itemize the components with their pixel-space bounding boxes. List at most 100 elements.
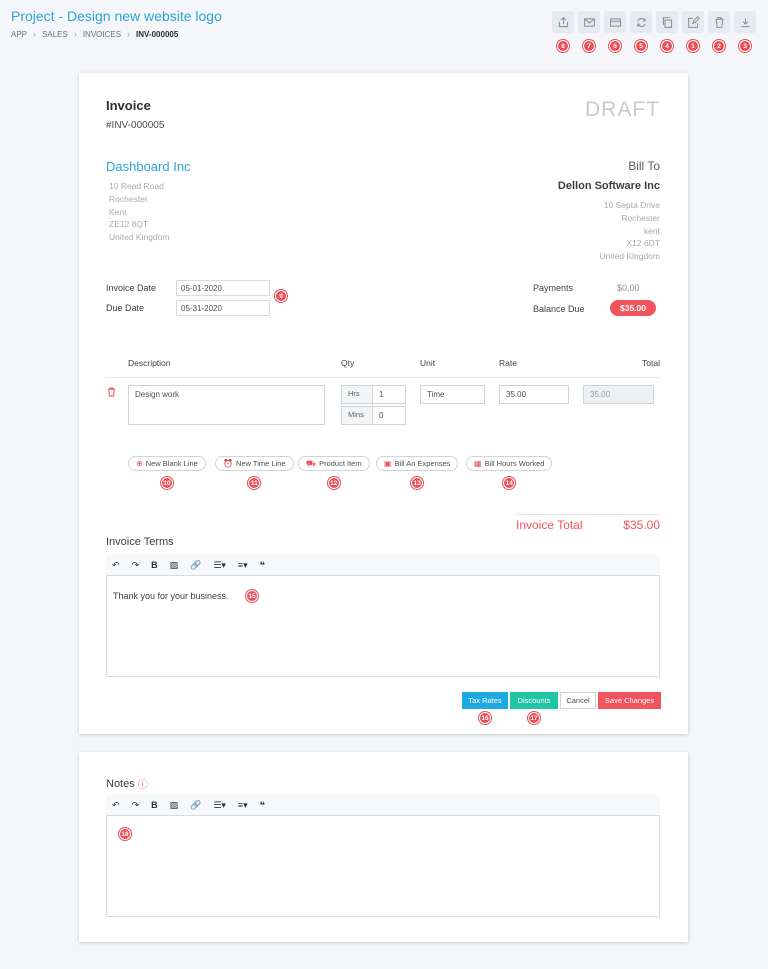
- quote-icon[interactable]: ❝: [260, 560, 265, 571]
- discounts-button[interactable]: Discounts 17: [510, 692, 558, 724]
- bullet-list-icon[interactable]: ☰▾: [213, 800, 226, 811]
- invoice-card: Invoice #INV-000005 DRAFT Dashboard Inc …: [79, 73, 688, 734]
- breadcrumb-current: INV-000005: [136, 29, 179, 39]
- new-time-line-button[interactable]: ⏰ New Time Line 11: [215, 456, 294, 489]
- download-icon: [740, 17, 750, 27]
- payment-button[interactable]: 6: [604, 11, 626, 52]
- address-line: 10 Read Road: [109, 181, 164, 191]
- download-button[interactable]: 3: [734, 11, 756, 52]
- button-label: Product Item: [319, 459, 362, 468]
- copy-button[interactable]: 4: [656, 11, 678, 52]
- link-icon[interactable]: 🔗: [190, 800, 201, 811]
- clock-icon: ⏰: [223, 459, 233, 468]
- image-icon[interactable]: ▨: [170, 560, 179, 571]
- callout-badge: 17: [528, 712, 540, 724]
- notes-card: Notes ⓘ ↶ ↷ B ▨ 🔗 ☰▾ ≡▾ ❝ 18: [79, 752, 688, 942]
- divider: [516, 514, 660, 515]
- address-line: kent: [643, 225, 660, 236]
- info-icon[interactable]: ⓘ: [138, 776, 148, 791]
- callout-badge: 3: [739, 40, 751, 52]
- callout-badge: 9: [275, 290, 287, 302]
- address-line: 10 Septa Drive: [603, 200, 660, 210]
- total-field: 35.00: [583, 385, 654, 404]
- page-title: Project - Design new website logo: [11, 8, 222, 24]
- chevron-right-icon: ›: [73, 29, 77, 39]
- button-label: New Time Line: [235, 459, 286, 468]
- invoice-date-label: Invoice Date: [106, 283, 157, 293]
- edit-button[interactable]: 1: [682, 11, 704, 52]
- email-button[interactable]: 7: [578, 11, 600, 52]
- action-toolbar: 8 7 6 5 4 1 2 3: [552, 11, 756, 52]
- chevron-right-icon: ›: [33, 29, 37, 39]
- link-icon[interactable]: 🔗: [190, 560, 201, 571]
- undo-icon[interactable]: ↶: [112, 800, 120, 811]
- invoice-total-label: Invoice Total: [516, 518, 583, 532]
- bold-icon[interactable]: B: [151, 800, 158, 810]
- trash-icon: [714, 16, 724, 28]
- bill-hours-button[interactable]: ▦ Bill Hours Worked 14: [466, 456, 553, 489]
- cancel-button[interactable]: Cancel: [560, 692, 596, 709]
- top-bar: Project - Design new website logo APP › …: [0, 0, 768, 60]
- invoice-terms-title: Invoice Terms: [106, 536, 174, 548]
- hrs-label: Hrs: [341, 385, 373, 404]
- column-rate: Rate: [499, 358, 517, 368]
- new-blank-line-button[interactable]: ⊕ New Blank Line 10: [128, 456, 206, 489]
- delete-line-button[interactable]: [106, 385, 117, 403]
- payments-value: $0.00: [617, 283, 640, 293]
- bullet-list-icon[interactable]: ☰▾: [213, 560, 226, 571]
- invoice-number: #INV-000005: [106, 120, 165, 131]
- callout-badge: 4: [661, 40, 673, 52]
- callout-badge: 1: [687, 40, 699, 52]
- plus-circle-icon: ⊕: [136, 459, 143, 468]
- terms-editor[interactable]: Thank you for your business. 15: [106, 575, 660, 677]
- redo-icon[interactable]: ↷: [132, 560, 140, 571]
- image-icon[interactable]: ▨: [170, 800, 179, 811]
- notes-editor[interactable]: 18: [106, 815, 660, 917]
- invoice-date-input[interactable]: 05-01-2020: [176, 280, 270, 296]
- bill-to-label: Bill To: [628, 159, 660, 173]
- due-date-label: Due Date: [106, 303, 145, 313]
- bold-icon[interactable]: B: [151, 560, 158, 570]
- client-address: 10 Septa Drive Rochester kent X12 6DT Un…: [600, 199, 660, 263]
- tax-rates-button[interactable]: Tax Rates 16: [462, 692, 508, 724]
- save-changes-button[interactable]: Save Changes: [598, 692, 661, 709]
- due-date-input[interactable]: 05-31-2020: [176, 300, 270, 316]
- refresh-icon: [636, 17, 646, 27]
- mins-input[interactable]: 0: [372, 406, 406, 425]
- undo-icon[interactable]: ↶: [112, 560, 120, 571]
- address-line: Rochester: [621, 212, 660, 223]
- button-label: Tax Rates: [468, 696, 502, 705]
- unit-input[interactable]: Time: [420, 385, 485, 404]
- breadcrumb-invoices[interactable]: INVOICES: [83, 30, 121, 39]
- callout-badge: 13: [411, 477, 424, 489]
- quote-icon[interactable]: ❝: [260, 800, 265, 811]
- delete-button[interactable]: 2: [708, 11, 730, 52]
- hrs-input[interactable]: 1: [372, 385, 406, 404]
- bill-expenses-button[interactable]: ▣ Bill An Expenses 13: [376, 456, 459, 489]
- editor-toolbar: ↶ ↷ B ▨ 🔗 ☰▾ ≡▾ ❝: [106, 555, 660, 575]
- callout-badge: 6: [609, 40, 621, 52]
- description-input[interactable]: Design work: [128, 385, 325, 425]
- numbered-list-icon[interactable]: ≡▾: [238, 800, 248, 811]
- product-item-button[interactable]: ⛟ Product Item 12: [298, 456, 370, 489]
- callout-badge: 10: [160, 477, 173, 489]
- breadcrumb-sales[interactable]: SALES: [42, 30, 68, 39]
- calendar-icon: ▦: [474, 459, 482, 468]
- divider: [106, 377, 660, 378]
- breadcrumb-app[interactable]: APP: [11, 30, 27, 39]
- trash-icon: [108, 387, 115, 397]
- callout-badge: 12: [327, 477, 340, 489]
- share-button[interactable]: 8: [552, 11, 574, 52]
- callout-badge: 5: [635, 40, 647, 52]
- address-line: United Kingdom: [599, 251, 660, 262]
- refresh-button[interactable]: 5: [630, 11, 652, 52]
- rate-input[interactable]: 35.00: [499, 385, 569, 404]
- company-address: 10 Read Road Rochester Kent ZE12 8QT Uni…: [109, 180, 169, 244]
- button-label: New Blank Line: [145, 459, 198, 468]
- redo-icon[interactable]: ↷: [132, 800, 140, 811]
- terms-text: Thank you for your business.: [113, 591, 229, 601]
- email-icon: [583, 17, 595, 27]
- numbered-list-icon[interactable]: ≡▾: [238, 560, 248, 571]
- money-icon: ▣: [384, 459, 392, 468]
- payments-label: Payments: [533, 283, 574, 293]
